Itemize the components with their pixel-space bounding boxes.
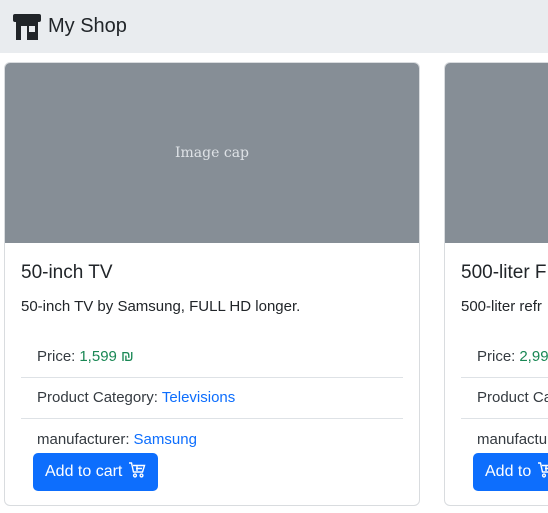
product-description: 50-inch TV by Samsung, FULL HD longer.	[21, 297, 301, 315]
category-row: Product Ca	[461, 378, 548, 419]
card-body: 50-inch TV 50-inch TV by Samsung, FULL H…	[5, 243, 419, 317]
category-link[interactable]: Televisions	[162, 389, 235, 406]
add-to-cart-button[interactable]: Add to	[473, 453, 548, 491]
product-card: Image cap 50-inch TV 50-inch TV by Samsu…	[4, 62, 420, 506]
navbar: My Shop	[0, 0, 548, 53]
shop-icon	[12, 13, 42, 41]
manufacturer-label: manufacturer:	[37, 430, 130, 448]
card-body: 500-liter F 500-liter refr	[445, 243, 548, 317]
category-row: Product Category: Televisions	[21, 378, 403, 419]
add-to-cart-label: Add to	[485, 463, 532, 480]
cart-icon	[128, 461, 146, 484]
product-description: 500-liter refr	[461, 297, 542, 315]
manufacturer-link[interactable]: Samsung	[134, 431, 197, 448]
category-label: Product Ca	[477, 389, 548, 407]
price-label: Price:	[477, 348, 516, 366]
product-grid: Image cap 50-inch TV 50-inch TV by Samsu…	[0, 53, 548, 513]
add-to-cart-button[interactable]: Add to cart	[33, 453, 159, 491]
product-details: Price: 1,599 ₪ Product Category: Televis…	[21, 337, 403, 460]
price-value: 1,599 ₪	[79, 348, 134, 366]
cart-icon	[537, 461, 548, 484]
product-title: 500-liter F	[461, 262, 547, 283]
brand-label: My Shop	[48, 15, 127, 37]
price-row: Price: 1,599 ₪	[21, 337, 403, 378]
price-value: 2,99	[519, 348, 548, 366]
category-label: Product Category:	[37, 389, 158, 407]
brand-link[interactable]: My Shop	[12, 13, 127, 41]
product-image: Image cap	[5, 63, 419, 243]
price-label: Price:	[37, 348, 76, 366]
price-row: Price: 2,99	[461, 337, 548, 378]
product-card: 500-liter F 500-liter refr Price: 2,99 P…	[444, 62, 548, 506]
product-details: Price: 2,99 Product Ca manufactu	[461, 337, 548, 460]
product-title: 50-inch TV	[21, 262, 113, 283]
manufacturer-label: manufactu	[477, 430, 548, 448]
image-cap-label: Image cap	[175, 145, 249, 161]
product-image	[445, 63, 548, 243]
add-to-cart-label: Add to cart	[45, 463, 123, 480]
